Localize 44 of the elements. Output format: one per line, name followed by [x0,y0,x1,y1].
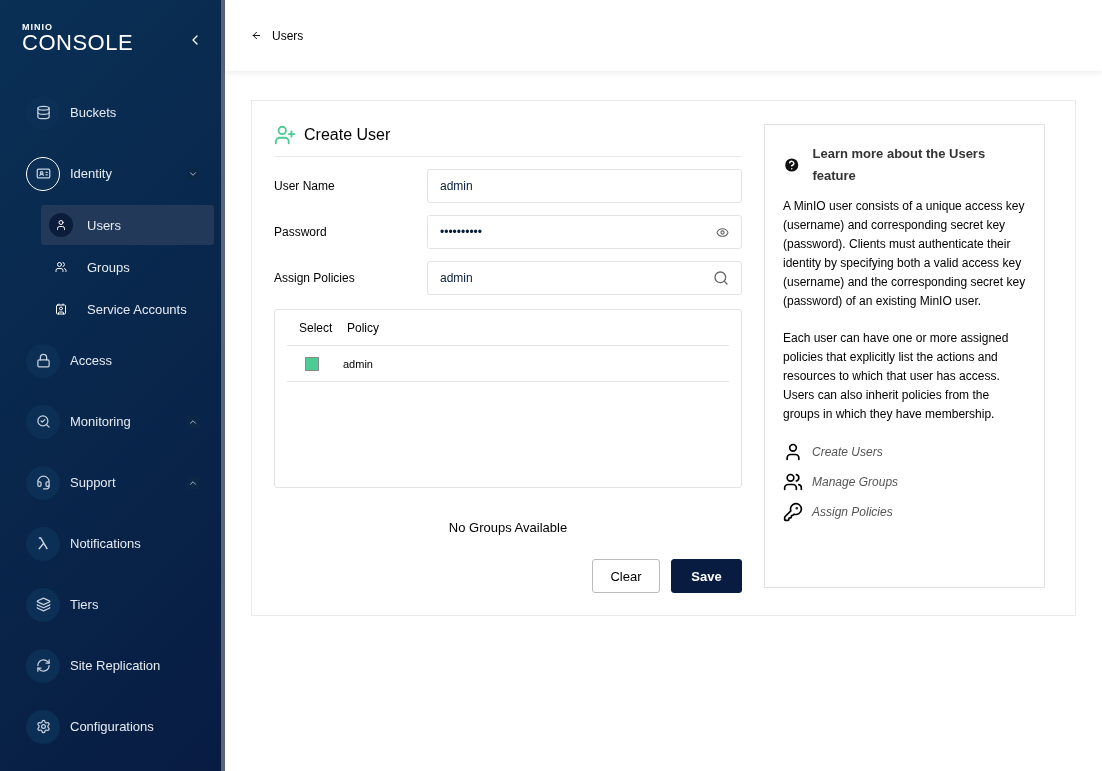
help-link[interactable]: Create Users [812,445,883,459]
sidebar-item[interactable]: Buckets [0,82,221,143]
help-link[interactable]: Manage Groups [812,475,899,489]
column-header: Select [298,320,334,335]
sidebar-subitem[interactable]: Groups [41,247,214,287]
field-label: User Name [274,178,336,193]
clear-button[interactable]: Clear [592,559,660,593]
sidebar-item[interactable]: Identity [0,143,221,204]
field-label: Assign Policies [274,270,356,285]
help-text: Each user can have one or more assigned policies that explicitly list the actions and resources to which that user has access. Users can also inherit policies from the groups in which they have membership. [783,330,1010,423]
logo-brand: MINIO [22,22,54,32]
sidebar-item[interactable]: Configurations [0,696,221,757]
eye-icon[interactable] [716,225,729,239]
sidebar-subitem[interactable]: Service Accounts [41,289,214,329]
user-icon [783,442,803,462]
form-title: Create User [304,126,391,144]
sidebar-item[interactable]: Tiers [0,574,221,635]
checkbox[interactable] [305,356,319,371]
help-icon [783,156,801,174]
key-icon [783,502,803,522]
empty-message: No Groups Available [447,520,569,535]
input-field[interactable]: admin [427,169,742,203]
logo-product: CONSOLE [22,32,134,54]
group-icon [783,472,803,492]
user-add-icon [274,124,296,146]
help-title: Learn more about the Users feature [812,145,987,185]
column-header: Policy [346,320,379,335]
table-cell: admin [343,357,373,370]
input-field[interactable]: admin [427,261,742,295]
back-link[interactable]: Users [251,28,304,43]
sidebar-item[interactable]: Notifications [0,513,221,574]
input-field[interactable]: •••••••••• [427,215,742,249]
sidebar-item[interactable]: Monitoring [0,391,221,452]
field-label: Password [274,224,328,239]
sidebar-item[interactable]: Access [0,330,221,391]
sidebar-subitem[interactable]: Users [41,205,214,245]
sidebar-item[interactable]: Support [0,452,221,513]
user-icon [49,213,73,237]
sidebar-item[interactable]: Site Replication [0,635,221,696]
help-link[interactable]: Assign Policies [812,505,893,519]
save-button[interactable]: Save [671,559,742,593]
help-text: A MinIO user consists of a unique access key (username) and corresponding secret key (password). Clients must authenticate their identity by specifying both a valid access key (username) and the corresponding secret key (password) of an existing MinIO user. [783,198,1026,310]
search-icon[interactable] [713,270,729,286]
arrow-left-icon [251,30,262,41]
